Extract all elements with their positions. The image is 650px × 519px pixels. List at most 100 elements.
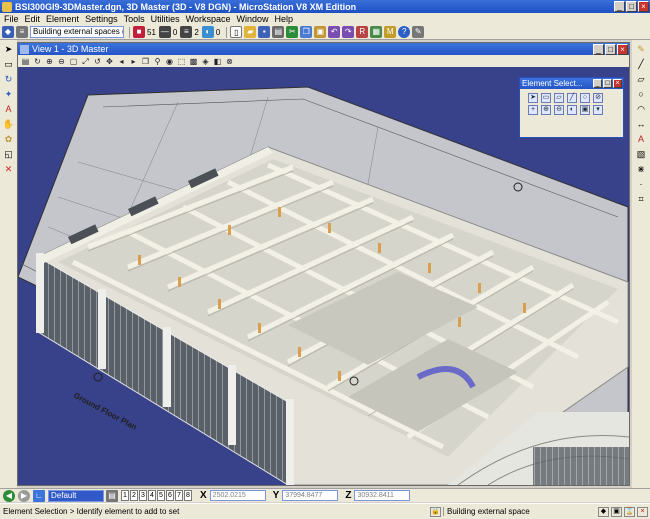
zoom-out-icon[interactable]: ⊖	[57, 57, 66, 66]
view-title-bar[interactable]: View 1 - 3D Master _ □ ×	[18, 43, 629, 55]
design-history-icon[interactable]: ⌛	[624, 506, 635, 517]
color-swatch-icon[interactable]: ■	[133, 26, 145, 38]
pan-view-icon[interactable]: ✥	[105, 57, 114, 66]
fence-icon[interactable]: ▭	[3, 58, 15, 70]
modify-icon[interactable]: ✦	[3, 88, 15, 100]
transparency-icon[interactable]: ◐	[201, 26, 214, 38]
open-file-icon[interactable]: ▰	[244, 26, 257, 38]
forward-icon[interactable]: ▶	[18, 489, 30, 502]
reference-icon[interactable]: R	[356, 26, 369, 38]
text-task-icon[interactable]: A	[635, 133, 647, 145]
view-6-toggle[interactable]: 6	[166, 490, 174, 501]
menu-tools[interactable]: Tools	[124, 14, 145, 24]
accudraw-icon[interactable]: ∟	[33, 489, 45, 502]
raster-icon[interactable]: ▦	[370, 26, 383, 38]
text-icon[interactable]: A	[3, 103, 15, 115]
individual-select-icon[interactable]: ➤	[528, 93, 538, 103]
line-weight-icon[interactable]: ≡	[180, 26, 193, 38]
element-selection-dialog[interactable]: Element Select... _ □ × ➤ ▭ ▱ ╱ ○ ⊘ + ⊕ …	[519, 77, 624, 138]
circle-select-icon[interactable]: ○	[580, 93, 590, 103]
copy-view-icon[interactable]: ❐	[141, 57, 150, 66]
level-display-select[interactable]: Default	[48, 489, 104, 502]
menu-element[interactable]: Element	[46, 14, 79, 24]
view-maximize-button[interactable]: □	[605, 43, 616, 55]
fit-view-icon[interactable]: ⤢	[81, 57, 90, 66]
view-1-toggle[interactable]: 1	[121, 490, 129, 501]
view-8-toggle[interactable]: 8	[184, 490, 192, 501]
camera-icon[interactable]: ◉	[165, 57, 174, 66]
clip-volume-icon[interactable]: ⬚	[177, 57, 186, 66]
clip-mask-icon[interactable]: ▩	[189, 57, 198, 66]
y-coordinate-field[interactable]: 37994.8477	[282, 490, 339, 501]
measure-icon[interactable]: ◱	[3, 148, 15, 160]
view-previous-icon[interactable]: ◂	[117, 57, 126, 66]
block-select-icon[interactable]: ▭	[541, 93, 551, 103]
menu-window[interactable]: Window	[236, 14, 268, 24]
x-coordinate-field[interactable]: 2502.0215	[209, 490, 266, 501]
drawing-task-icon[interactable]: ✎	[635, 43, 647, 55]
file-status-icon[interactable]: ▣	[611, 506, 622, 517]
walk-icon[interactable]: ⚲	[153, 57, 162, 66]
pattern-task-icon[interactable]: ⋇	[635, 163, 647, 175]
print-icon[interactable]: ▤	[272, 26, 285, 38]
models-icon[interactable]: M	[384, 26, 397, 38]
view-rotation-icon[interactable]: ⊗	[225, 57, 234, 66]
view-3-toggle[interactable]: 3	[139, 490, 147, 501]
line-select-icon[interactable]: ╱	[567, 93, 577, 103]
line-style-icon[interactable]: —	[158, 26, 171, 38]
display-style-icon[interactable]: ◧	[213, 57, 222, 66]
view-close-button[interactable]: ×	[617, 43, 628, 55]
menu-utilities[interactable]: Utilities	[151, 14, 180, 24]
expand-icon[interactable]: ▾	[593, 105, 603, 115]
lock-icon[interactable]: ✎	[412, 26, 425, 38]
back-icon[interactable]: ◀	[3, 489, 15, 502]
snap-status-icon[interactable]: ◆	[598, 506, 609, 517]
window-area-icon[interactable]: ▢	[69, 57, 78, 66]
invert-mode-icon[interactable]: ◐	[567, 105, 577, 115]
shape-select-icon[interactable]: ▱	[554, 93, 564, 103]
menu-edit[interactable]: Edit	[25, 14, 41, 24]
render-mode-icon[interactable]: ◈	[201, 57, 210, 66]
cell-task-icon[interactable]: ▧	[635, 148, 647, 160]
cut-icon[interactable]: ✂	[286, 26, 299, 38]
view-attributes-icon[interactable]: ▤	[21, 57, 30, 66]
arc-task-icon[interactable]: ◠	[635, 103, 647, 115]
view-minimize-button[interactable]: _	[593, 43, 604, 55]
save-icon[interactable]: ▪	[258, 26, 271, 38]
help-icon[interactable]: ?	[398, 26, 411, 38]
close-button[interactable]: ×	[638, 1, 649, 12]
menu-settings[interactable]: Settings	[85, 14, 118, 24]
points-task-icon[interactable]: ·	[635, 178, 647, 190]
redo-icon[interactable]: ↷	[342, 26, 355, 38]
view-5-toggle[interactable]: 5	[157, 490, 165, 501]
clear-select-icon[interactable]: ⊘	[593, 93, 603, 103]
menu-workspace[interactable]: Workspace	[186, 14, 231, 24]
views-icon[interactable]: ▤	[106, 489, 118, 502]
undo-icon[interactable]: ↶	[328, 26, 341, 38]
select-arrow-icon[interactable]: ➤	[3, 43, 15, 55]
view-next-icon[interactable]: ▸	[129, 57, 138, 66]
level-select[interactable]: Building external spaces (A-FIG-Bldg	[30, 26, 124, 38]
menu-help[interactable]: Help	[275, 14, 294, 24]
lock-status-icon[interactable]: 🔒	[430, 506, 441, 517]
subtract-mode-icon[interactable]: ⊖	[554, 105, 564, 115]
element-selection-minimize[interactable]: _	[593, 79, 602, 88]
maximize-button[interactable]: □	[626, 1, 637, 12]
view-4-toggle[interactable]: 4	[148, 490, 156, 501]
tag-task-icon[interactable]: ⌗	[635, 193, 647, 205]
polygon-task-icon[interactable]: ▱	[635, 73, 647, 85]
add-mode-icon[interactable]: ⊕	[541, 105, 551, 115]
element-selection-title-bar[interactable]: Element Select... _ □ ×	[520, 78, 623, 89]
close-status-icon[interactable]: ×	[637, 506, 648, 517]
select-all-icon[interactable]: ▣	[580, 105, 590, 115]
level-manager-icon[interactable]: ◆	[2, 26, 14, 38]
menu-file[interactable]: File	[4, 14, 19, 24]
zoom-in-icon[interactable]: ⊕	[45, 57, 54, 66]
copy-icon[interactable]: ❐	[300, 26, 313, 38]
dimension-task-icon[interactable]: ↔	[635, 118, 647, 130]
manipulate-icon[interactable]: ↻	[3, 73, 15, 85]
new-mode-icon[interactable]: +	[528, 105, 538, 115]
rotate-view-icon[interactable]: ↺	[93, 57, 102, 66]
change-attributes-icon[interactable]: ✿	[3, 133, 15, 145]
element-selection-close[interactable]: ×	[613, 79, 622, 88]
